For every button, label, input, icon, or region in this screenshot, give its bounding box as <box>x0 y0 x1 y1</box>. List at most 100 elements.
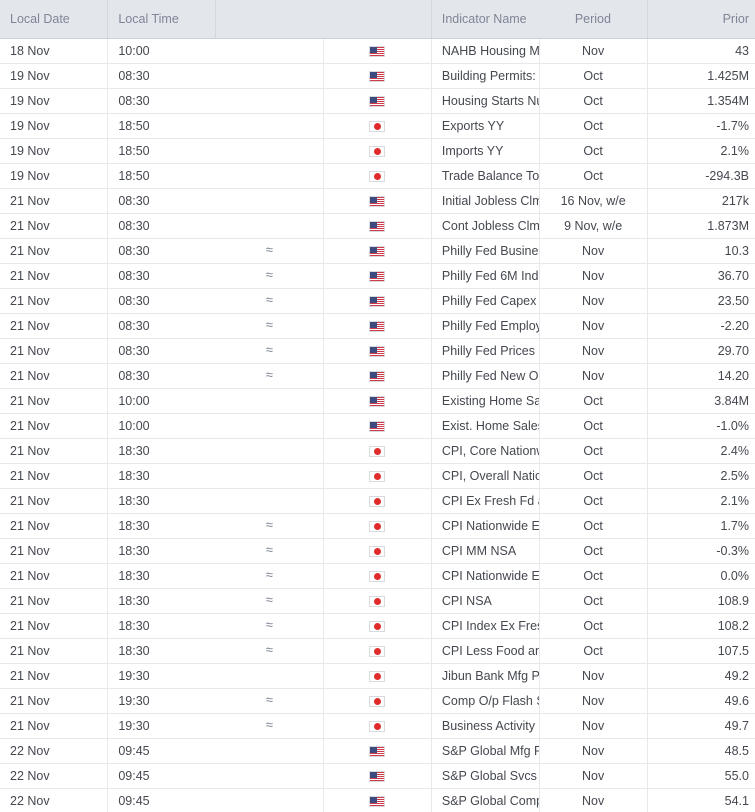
column-header-local-time[interactable]: Local Time <box>107 0 217 39</box>
cell-chart-toggle[interactable] <box>215 663 325 689</box>
cell-chart-toggle[interactable]: ≈ <box>215 263 325 289</box>
approximately-equal-icon[interactable]: ≈ <box>266 293 273 306</box>
cell-chart-toggle[interactable]: ≈ <box>215 288 325 314</box>
cell-chart-toggle[interactable]: ≈ <box>215 238 325 264</box>
table-row[interactable]: 21 Nov18:30 CPI, Core Nationwide YYOct2.4… <box>0 438 755 464</box>
cell-indicator-name[interactable]: Philly Fed 6M Index <box>431 263 540 289</box>
table-row[interactable]: 21 Nov08:30 ≈ Philly Fed EmploymentNov-2.2… <box>0 313 755 339</box>
table-row[interactable]: 21 Nov08:30 ≈ Philly Fed Capex IndexNov23.… <box>0 288 755 314</box>
table-row[interactable]: 21 Nov 08:30 Cont Jobless Clm 9 Nov, w/e 1.8… <box>0 213 755 239</box>
cell-chart-toggle[interactable] <box>215 63 325 89</box>
table-row[interactable]: 19 Nov 18:50 Exports YY Oct -1.7% <box>0 113 755 139</box>
cell-chart-toggle[interactable] <box>215 138 325 164</box>
table-row[interactable]: 21 Nov 08:30 Initial Jobless Clm 16 Nov, w/… <box>0 188 755 214</box>
table-row[interactable]: 21 Nov10:00 Existing Home SalesOct3.84M <box>0 388 755 414</box>
cell-chart-toggle[interactable] <box>215 763 325 789</box>
cell-indicator-name[interactable]: Comp O/p Flash SA <box>431 688 540 714</box>
table-row[interactable]: 19 Nov 18:50 Imports YY Oct 2.1% <box>0 138 755 164</box>
table-row[interactable]: 18 Nov10:00 NAHB Housing Market IndxNov43 <box>0 38 755 64</box>
cell-indicator-name[interactable]: Philly Fed Employment <box>431 313 540 339</box>
table-row[interactable]: 19 Nov08:30 Housing Starts NumberOct1.354… <box>0 88 755 114</box>
table-row[interactable]: 21 Nov19:30 ≈ Business Activity Flash SANo… <box>0 713 755 739</box>
cell-indicator-name[interactable]: Housing Starts Number <box>431 88 540 114</box>
approximately-equal-icon[interactable]: ≈ <box>266 618 273 631</box>
cell-indicator-name[interactable]: CPI Less Food and Energy <box>431 638 540 664</box>
table-row[interactable]: 21 Nov19:30 ≈ Comp O/p Flash SANov49.6 <box>0 688 755 714</box>
table-row[interactable]: 22 Nov09:45 S&P Global Comp Flash PMINov5… <box>0 788 755 812</box>
cell-indicator-name[interactable]: CPI, Core Nationwide YY <box>431 438 540 464</box>
cell-chart-toggle[interactable]: ≈ <box>215 588 325 614</box>
cell-chart-toggle[interactable] <box>215 163 325 189</box>
approximately-equal-icon[interactable]: ≈ <box>266 568 273 581</box>
table-row[interactable]: 21 Nov08:30 ≈ Philly Fed Prices PaidNov29.… <box>0 338 755 364</box>
table-row[interactable]: 21 Nov08:30 ≈ Philly Fed New OrdersNov14.2… <box>0 363 755 389</box>
table-row[interactable]: 19 Nov08:30 Building Permits: NumberOct1.… <box>0 63 755 89</box>
table-row[interactable]: 21 Nov19:30 Jibun Bank Mfg PMI FlashNov49… <box>0 663 755 689</box>
cell-indicator-name[interactable]: CPI Ex Fresh Fd and Eng <box>431 488 540 514</box>
cell-chart-toggle[interactable]: ≈ <box>215 563 325 589</box>
cell-chart-toggle[interactable]: ≈ <box>215 613 325 639</box>
approximately-equal-icon[interactable]: ≈ <box>266 343 273 356</box>
cell-chart-toggle[interactable]: ≈ <box>215 538 325 564</box>
table-row[interactable]: 21 Nov 18:30 ≈ CPI MM NSA Oct -0.3% <box>0 538 755 564</box>
cell-indicator-name[interactable]: Philly Fed Business Indx <box>431 238 540 264</box>
table-row[interactable]: 22 Nov09:45 S&P Global Svcs PMI FlashNov5… <box>0 763 755 789</box>
cell-chart-toggle[interactable] <box>215 788 325 812</box>
cell-chart-toggle[interactable]: ≈ <box>215 313 325 339</box>
cell-indicator-name[interactable]: Business Activity Flash SA <box>431 713 540 739</box>
cell-chart-toggle[interactable] <box>215 463 325 489</box>
cell-indicator-name[interactable]: Exports YY <box>431 113 540 139</box>
cell-chart-toggle[interactable] <box>215 388 325 414</box>
cell-chart-toggle[interactable] <box>215 413 325 439</box>
cell-indicator-name[interactable]: S&P Global Comp Flash PMI <box>431 788 540 812</box>
approximately-equal-icon[interactable]: ≈ <box>266 643 273 656</box>
cell-chart-toggle[interactable] <box>215 188 325 214</box>
table-row[interactable]: 21 Nov18:30 CPI, Overall NationwideOct2.5… <box>0 463 755 489</box>
table-row[interactable]: 21 Nov18:30 ≈ CPI Nationwide Excl Food & E… <box>0 563 755 589</box>
cell-indicator-name[interactable]: Jibun Bank Mfg PMI Flash <box>431 663 540 689</box>
cell-chart-toggle[interactable] <box>215 88 325 114</box>
table-row[interactable]: 21 Nov08:30 ≈ Philly Fed Business IndxNov1… <box>0 238 755 264</box>
table-row[interactable]: 21 Nov08:30 ≈ Philly Fed 6M IndexNov36.70 <box>0 263 755 289</box>
cell-chart-toggle[interactable]: ≈ <box>215 513 325 539</box>
cell-chart-toggle[interactable]: ≈ <box>215 688 325 714</box>
column-header-country-flag[interactable] <box>323 0 432 39</box>
cell-indicator-name[interactable]: CPI Index Ex Fresh Food <box>431 613 540 639</box>
table-row[interactable]: 21 Nov18:30 ≈ CPI Less Food and EnergyOct1… <box>0 638 755 664</box>
column-header-local-date[interactable]: Local Date <box>0 0 109 39</box>
cell-chart-toggle[interactable] <box>215 113 325 139</box>
cell-indicator-name[interactable]: Trade Balance Total Yen <box>431 163 540 189</box>
approximately-equal-icon[interactable]: ≈ <box>266 718 273 731</box>
column-header-prior[interactable]: Prior <box>647 0 755 39</box>
cell-indicator-name[interactable]: Cont Jobless Clm <box>431 213 540 239</box>
approximately-equal-icon[interactable]: ≈ <box>266 543 273 556</box>
approximately-equal-icon[interactable]: ≈ <box>266 368 273 381</box>
cell-indicator-name[interactable]: Imports YY <box>431 138 540 164</box>
cell-indicator-name[interactable]: Exist. Home Sales % Chg <box>431 413 540 439</box>
cell-indicator-name[interactable]: NAHB Housing Market Indx <box>431 38 540 64</box>
approximately-equal-icon[interactable]: ≈ <box>266 693 273 706</box>
cell-indicator-name[interactable]: CPI Nationwide Excl Food & Energy M/M <box>431 563 540 589</box>
cell-chart-toggle[interactable] <box>215 213 325 239</box>
cell-chart-toggle[interactable]: ≈ <box>215 363 325 389</box>
cell-indicator-name[interactable]: CPI Nationwide Excl Food & Energy Y/Y <box>431 513 540 539</box>
column-header-period[interactable]: Period <box>539 0 648 39</box>
cell-indicator-name[interactable]: Philly Fed Prices Paid <box>431 338 540 364</box>
cell-chart-toggle[interactable] <box>215 738 325 764</box>
cell-chart-toggle[interactable] <box>215 488 325 514</box>
table-row[interactable]: 21 Nov 18:30 ≈ CPI NSA Oct 108.9 <box>0 588 755 614</box>
table-row[interactable]: 21 Nov18:30 ≈ CPI Nationwide Excl Food & E… <box>0 513 755 539</box>
cell-chart-toggle[interactable]: ≈ <box>215 638 325 664</box>
cell-indicator-name[interactable]: CPI MM NSA <box>431 538 540 564</box>
cell-indicator-name[interactable]: CPI NSA <box>431 588 540 614</box>
table-row[interactable]: 19 Nov18:50 Trade Balance Total YenOct-29… <box>0 163 755 189</box>
table-row[interactable]: 21 Nov18:30 CPI Ex Fresh Fd and EngOct2.1… <box>0 488 755 514</box>
cell-chart-toggle[interactable]: ≈ <box>215 338 325 364</box>
cell-indicator-name[interactable]: Existing Home Sales <box>431 388 540 414</box>
cell-indicator-name[interactable]: Initial Jobless Clm <box>431 188 540 214</box>
cell-indicator-name[interactable]: CPI, Overall Nationwide <box>431 463 540 489</box>
approximately-equal-icon[interactable]: ≈ <box>266 518 273 531</box>
table-row[interactable]: 22 Nov09:45 S&P Global Mfg PMI FlashNov48… <box>0 738 755 764</box>
approximately-equal-icon[interactable]: ≈ <box>266 593 273 606</box>
cell-indicator-name[interactable]: S&P Global Svcs PMI Flash <box>431 763 540 789</box>
